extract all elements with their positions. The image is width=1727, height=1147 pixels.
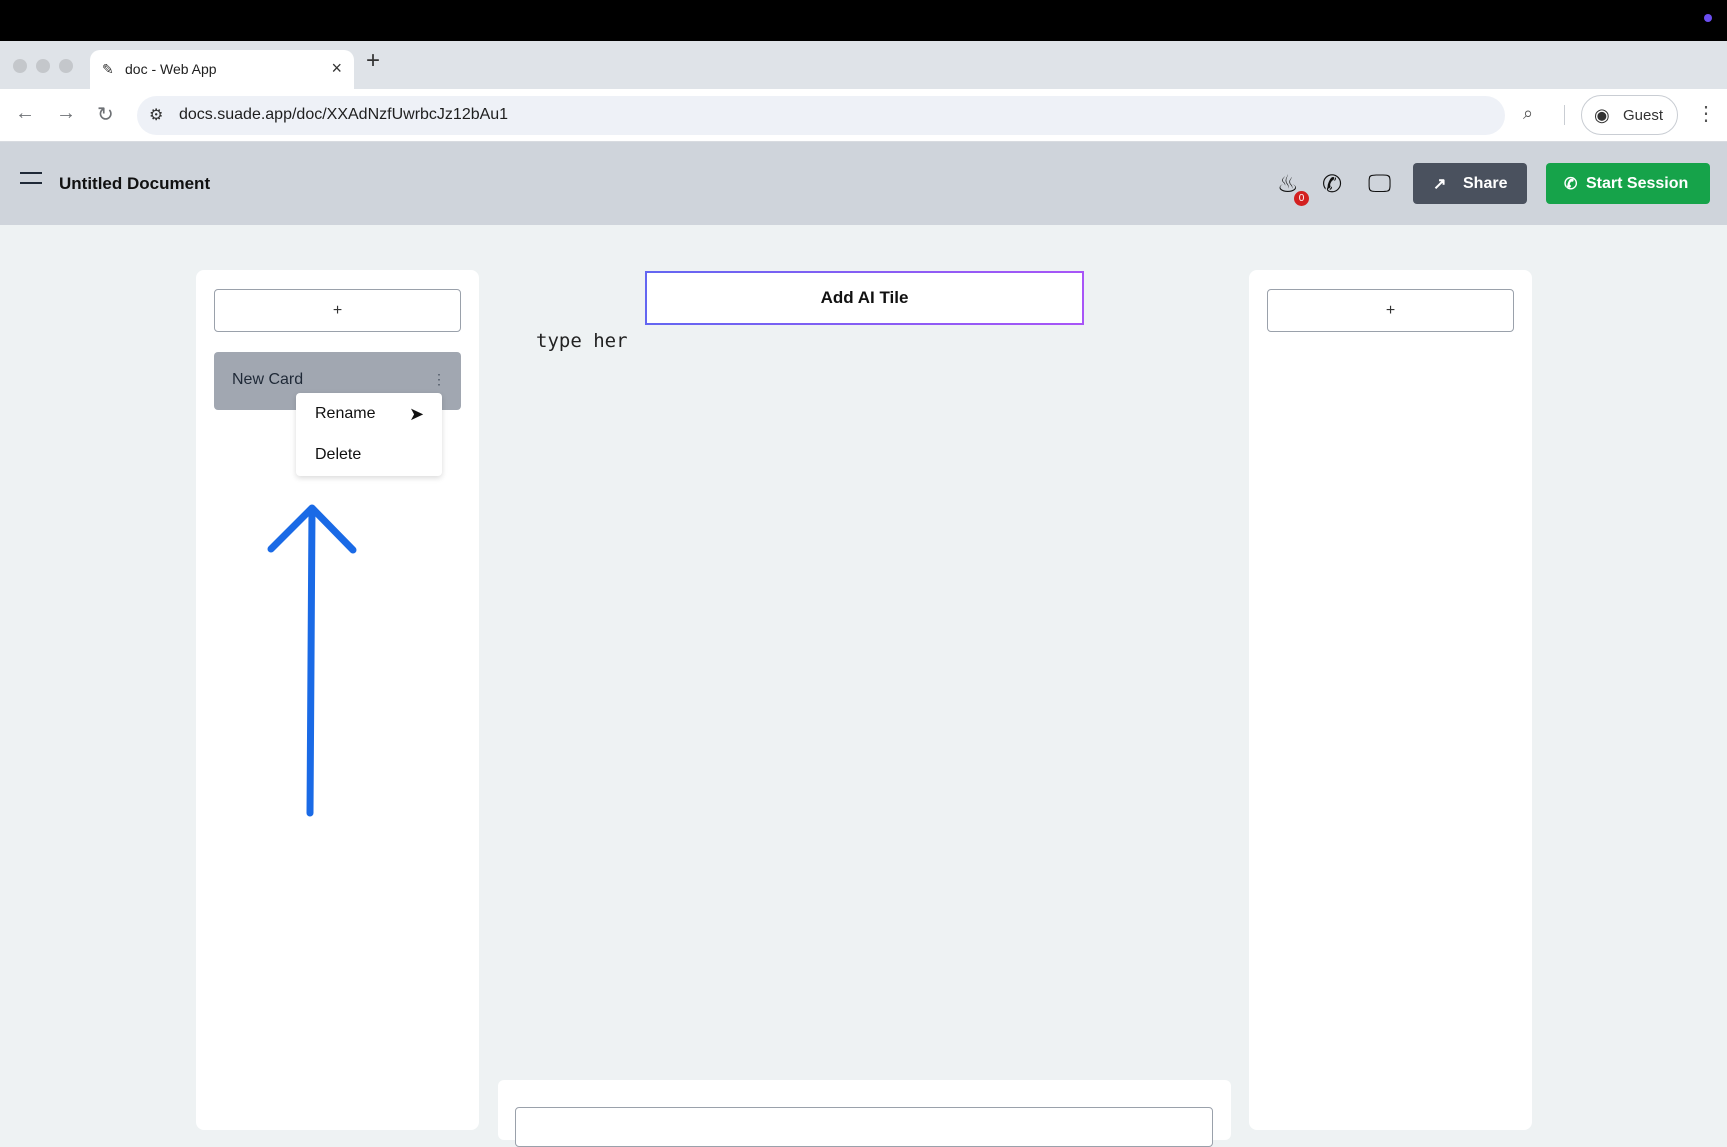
phone-icon[interactable]: ✆: [1322, 170, 1342, 199]
address-bar[interactable]: ⚙ docs.suade.app/doc/XXAdNzfUwrbcJz12bAu…: [137, 96, 1505, 135]
browser-toolbar: ← → ↻ ⚙ docs.suade.app/doc/XXAdNzfUwrbcJ…: [0, 89, 1727, 142]
start-session-button[interactable]: ✆ Start Session: [1546, 163, 1710, 204]
app-header: Untitled Document ♨ 0 ✆ 🖵 ↗ Share ✆ Star…: [0, 142, 1727, 225]
notification-badge: 0: [1294, 191, 1309, 206]
browser-menu-icon[interactable]: ⋮: [1696, 101, 1716, 126]
browser-tab-active[interactable]: ✎ doc - Web App ×: [90, 50, 354, 89]
profile-avatar-icon: ◉: [1594, 105, 1610, 125]
bottom-panel: [498, 1080, 1231, 1147]
site-settings-icon[interactable]: ⚙: [149, 105, 163, 125]
add-ai-tile-button[interactable]: Add AI Tile: [645, 271, 1084, 325]
profile-button[interactable]: ◉ Guest: [1581, 95, 1678, 135]
monitor-icon[interactable]: 🖵: [1368, 170, 1391, 198]
rename-menu-item[interactable]: Rename: [315, 405, 375, 423]
add-card-button[interactable]: +: [214, 289, 461, 332]
share-button[interactable]: ↗ Share: [1413, 163, 1527, 204]
browser-tab-strip: ✎ doc - Web App ×: [0, 41, 1727, 89]
document-title[interactable]: Untitled Document: [59, 174, 210, 194]
delete-menu-item[interactable]: Delete: [315, 446, 361, 464]
profile-label: Guest: [1623, 107, 1664, 124]
os-menu-bar: [0, 0, 1727, 41]
pen-nib-icon: ✎: [102, 61, 114, 77]
window-minimize-icon[interactable]: [36, 59, 50, 73]
search-lens-icon[interactable]: ⌕: [1523, 103, 1533, 124]
forward-arrow-icon[interactable]: →: [56, 102, 76, 125]
phone-icon: ✆: [1564, 176, 1578, 193]
card-options-icon[interactable]: ⋮: [432, 371, 446, 388]
hamburger-menu-icon[interactable]: [20, 172, 42, 186]
tab-close-icon[interactable]: ×: [331, 58, 342, 79]
url-text[interactable]: docs.suade.app/doc/XXAdNzfUwrbcJz12bAu1: [179, 106, 508, 124]
status-dot-icon: [1704, 14, 1712, 22]
card-title: New Card: [232, 371, 304, 388]
tab-title: doc - Web App: [125, 61, 217, 77]
new-tab-button[interactable]: +: [366, 49, 380, 73]
toolbar-divider: [1564, 105, 1565, 125]
window-maximize-icon[interactable]: [59, 59, 73, 73]
editor-text[interactable]: type her: [536, 330, 628, 352]
add-card-button-right[interactable]: +: [1267, 289, 1514, 332]
share-icon: ↗: [1433, 176, 1447, 193]
window-close-icon[interactable]: [13, 59, 27, 73]
bottom-input-field[interactable]: [515, 1107, 1213, 1147]
reload-icon[interactable]: ↻: [97, 102, 114, 127]
right-card-column: +: [1249, 270, 1532, 1130]
share-label: Share: [1463, 175, 1508, 192]
back-arrow-icon[interactable]: ←: [15, 102, 35, 125]
mouse-pointer-icon: ➤: [409, 404, 425, 424]
start-session-label: Start Session: [1586, 175, 1689, 192]
